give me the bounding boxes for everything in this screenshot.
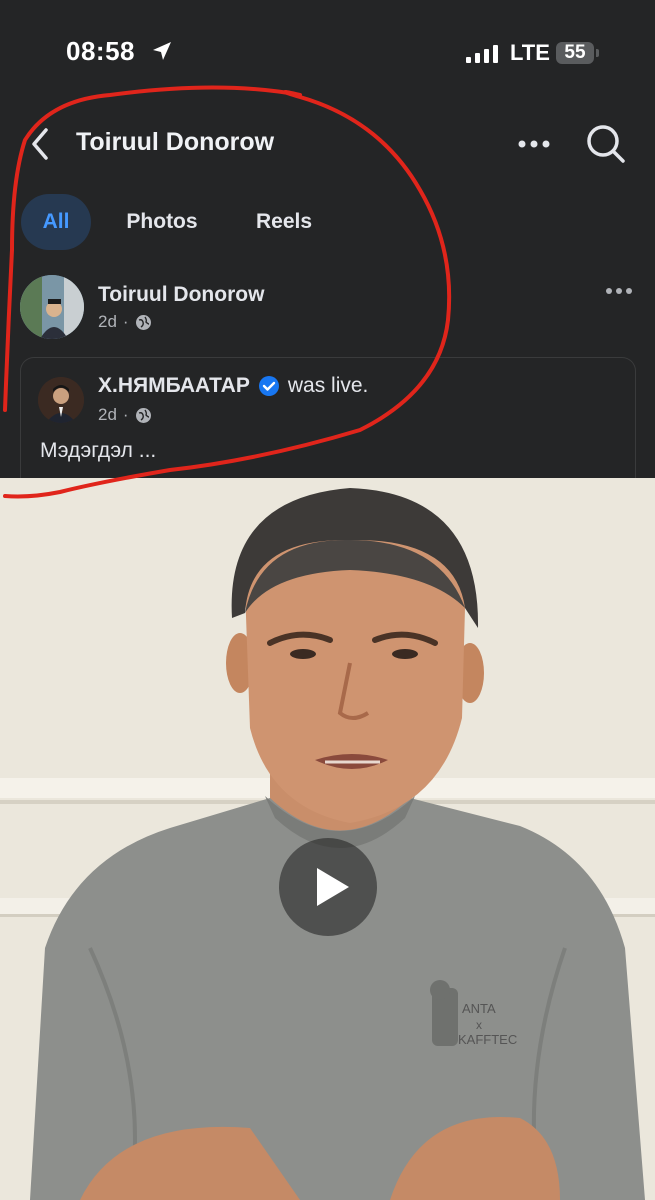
- signal-icon: [466, 45, 498, 63]
- shirt-print-text-3: KAFFTEC: [458, 1032, 517, 1047]
- post-text[interactable]: Мэдэгдэл ...: [40, 439, 156, 463]
- shared-author-name[interactable]: Х.НЯМБААТАР: [98, 374, 250, 398]
- network-type: LTE: [510, 40, 550, 65]
- battery-icon: 55: [556, 42, 594, 64]
- page-title: Toiruul Donorow: [76, 128, 275, 156]
- location-arrow-icon: [153, 42, 171, 60]
- play-button[interactable]: [279, 838, 377, 936]
- battery-cap: [596, 49, 599, 57]
- verified-badge-icon: [258, 376, 279, 396]
- back-arrow-icon[interactable]: [26, 124, 58, 164]
- shared-avatar-image: [38, 377, 84, 423]
- shirt-print-text-2: x: [476, 1018, 482, 1032]
- shared-post-header: Х.НЯМБААТАР was live.: [98, 374, 368, 398]
- avatar[interactable]: [20, 275, 84, 339]
- tab-reels[interactable]: Reels: [238, 194, 330, 250]
- shirt-print-text-1: ANTA: [462, 1001, 496, 1016]
- play-icon: [317, 868, 349, 906]
- shared-post-meta: 2d ·: [98, 405, 152, 425]
- tab-all[interactable]: All: [21, 194, 91, 250]
- globe-icon: [135, 407, 151, 423]
- post-time: 2d: [98, 312, 117, 331]
- post-meta: 2d ·: [98, 312, 152, 332]
- status-time: 08:58: [66, 36, 135, 66]
- post-author[interactable]: Toiruul Donorow: [98, 283, 264, 307]
- avatar-image: [20, 275, 84, 339]
- shared-post-time: 2d: [98, 405, 117, 424]
- globe-icon: [135, 314, 151, 330]
- search-icon[interactable]: [584, 122, 628, 166]
- meta-separator: ·: [122, 405, 129, 424]
- post-more-icon[interactable]: [604, 282, 634, 300]
- shared-author-avatar[interactable]: [38, 377, 84, 423]
- tab-photos[interactable]: Photos: [108, 194, 216, 250]
- meta-separator: ·: [122, 312, 129, 331]
- shared-post-action: was live.: [287, 374, 369, 397]
- more-icon[interactable]: [516, 130, 552, 158]
